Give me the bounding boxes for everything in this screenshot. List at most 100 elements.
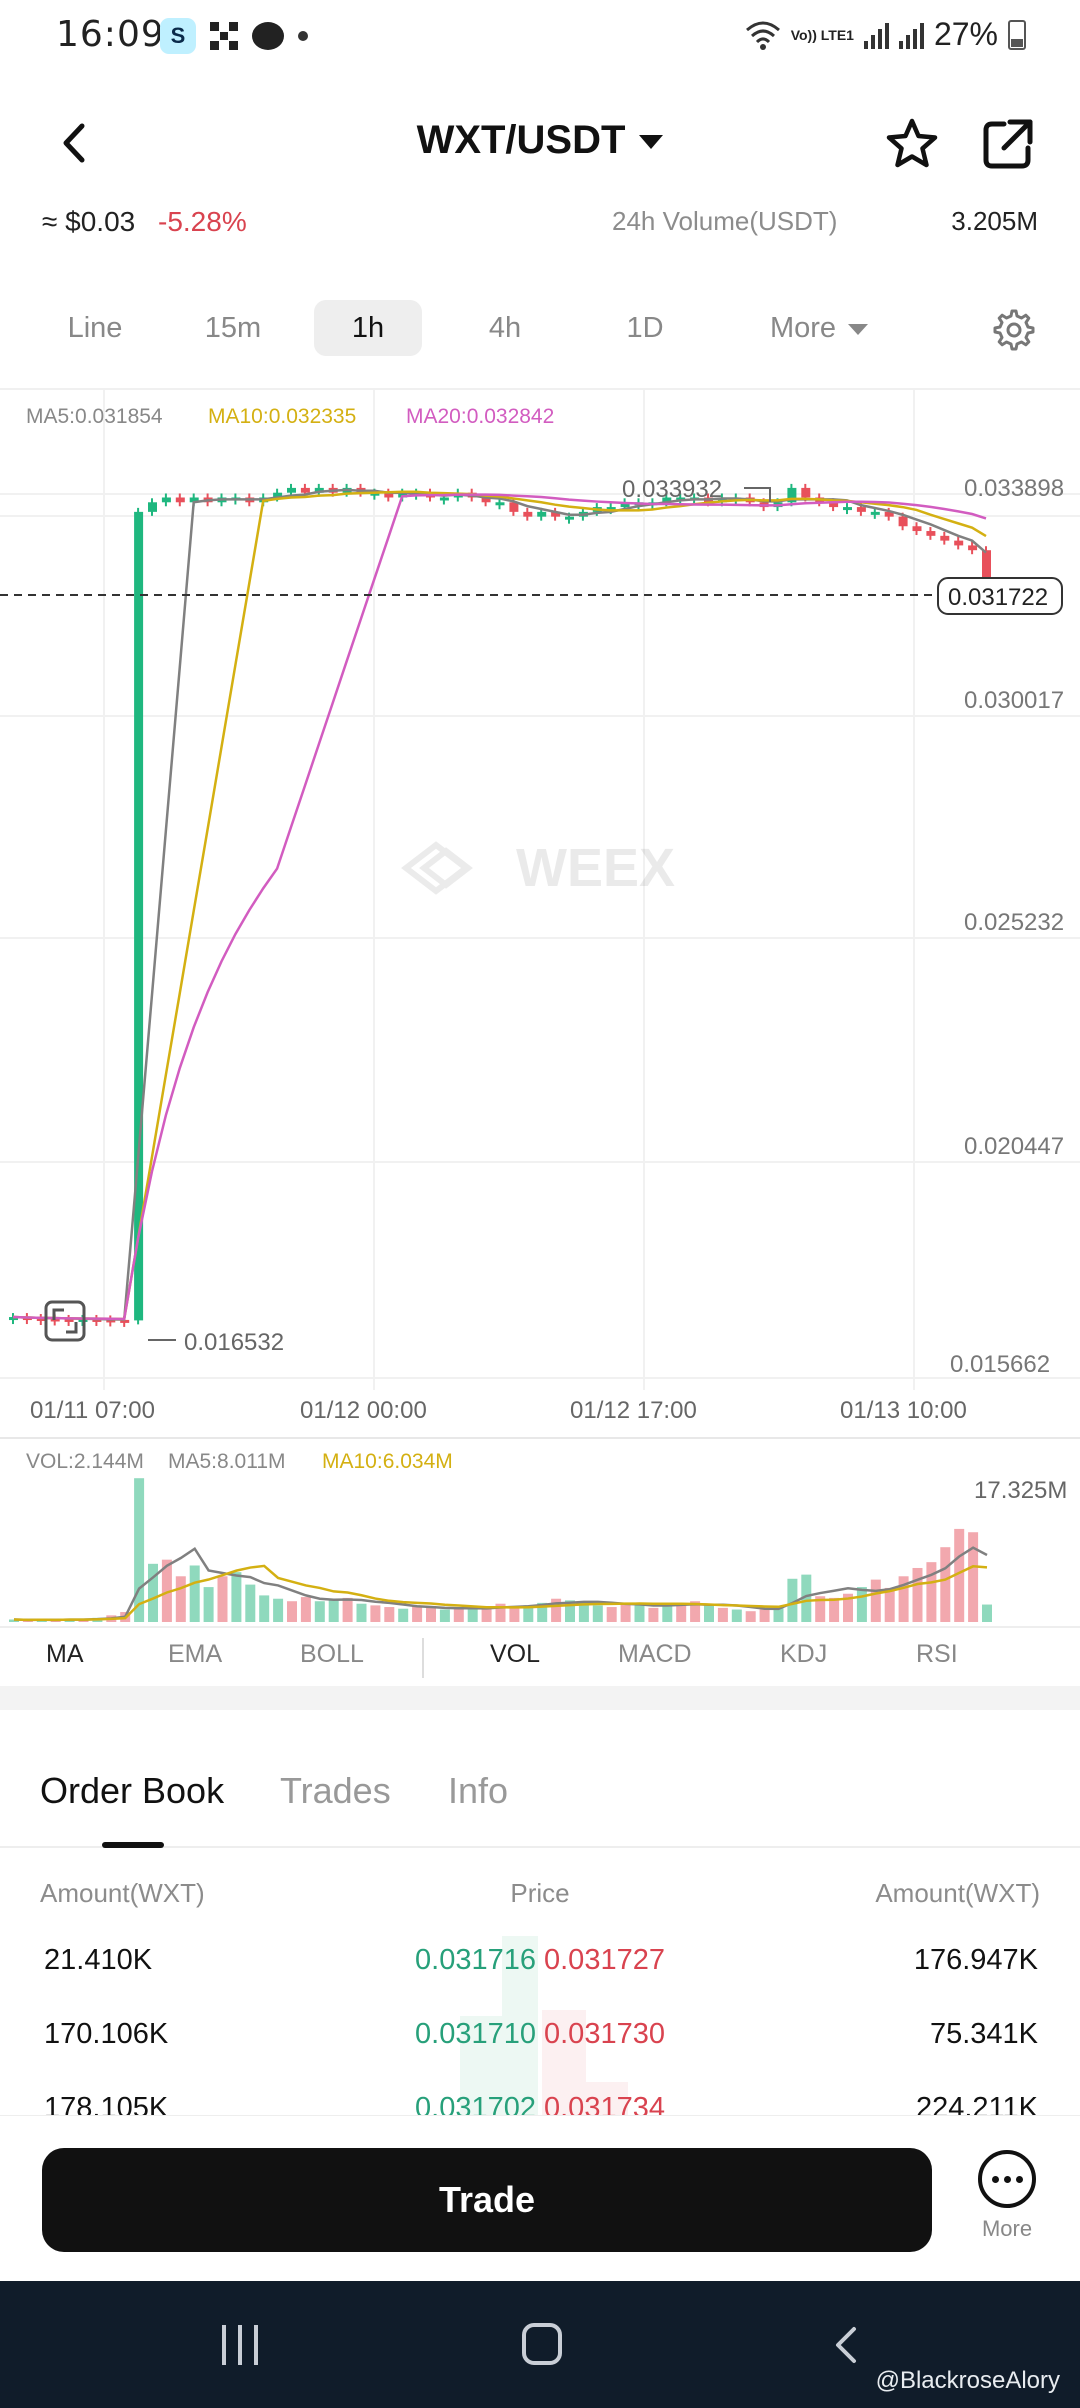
tab-order-book[interactable]: Order Book	[40, 1770, 224, 1812]
volume-bar	[287, 1601, 297, 1622]
settings-gear-icon[interactable]	[992, 308, 1036, 352]
indicator-ma[interactable]: MA	[46, 1640, 84, 1669]
orderbook-row[interactable]: 178.105K 0.031702 0.031734 224.211K	[0, 2078, 1080, 2115]
volume-bar	[968, 1532, 979, 1622]
candle	[495, 502, 505, 506]
more-label: More	[981, 2216, 1033, 2241]
bid-amount: 178.105K	[44, 2092, 169, 2115]
y-tick-label: 0.033898	[964, 475, 1064, 502]
volume-bar	[704, 1605, 714, 1622]
volume-bar	[370, 1605, 381, 1622]
indicator-ema[interactable]: EMA	[168, 1640, 222, 1669]
indicator-tabs: MA EMA BOLL VOL MACD KDJ RSI	[0, 1626, 1080, 1686]
indicator-macd[interactable]: MACD	[618, 1640, 692, 1669]
interval-more[interactable]: More	[744, 300, 894, 356]
candle	[148, 502, 157, 512]
volume-bar	[912, 1567, 923, 1622]
watermark-text: WEEX	[516, 838, 675, 898]
app-s-icon: S	[160, 18, 196, 54]
home-icon[interactable]	[522, 2323, 562, 2365]
trade-button[interactable]: Trade	[42, 2148, 932, 2252]
volume-bar	[884, 1587, 895, 1622]
indicator-kdj[interactable]: KDJ	[780, 1640, 827, 1669]
interval-1d[interactable]: 1D	[590, 300, 700, 356]
candle	[801, 487, 811, 498]
signal-icon	[863, 21, 889, 49]
volume-bar	[273, 1598, 284, 1622]
volume-bar	[134, 1478, 145, 1622]
volume-bar	[259, 1595, 270, 1622]
recent-apps-icon[interactable]	[222, 2325, 258, 2365]
ask-amount: 224.211K	[915, 2092, 1038, 2115]
volume-bar	[648, 1607, 659, 1622]
approx-price: ≈ $0.03	[42, 206, 136, 237]
ask-price: 0.031730	[544, 2018, 665, 2050]
more-dots-icon	[978, 2150, 1036, 2208]
section-spacer	[0, 1686, 1080, 1710]
volume-bar	[356, 1603, 367, 1622]
volume-bar	[759, 1609, 770, 1622]
vol-ma10-legend: MA10:6.034M	[322, 1450, 453, 1473]
candle	[523, 511, 533, 517]
bottom-action-bar: Trade More	[0, 2115, 1080, 2281]
volume-bar	[245, 1584, 256, 1622]
volume-bar	[982, 1604, 992, 1622]
notification-icons: S	[160, 18, 308, 54]
more-button[interactable]: More	[970, 2150, 1044, 2260]
y-tick-label: 0.020447	[964, 1133, 1064, 1160]
candle	[940, 535, 950, 541]
low-label: 0.016532	[184, 1329, 284, 1356]
volume-bar	[662, 1605, 673, 1622]
orderbook-tabs: Order Book Trades Info	[0, 1760, 1080, 1848]
volume-bar	[412, 1606, 423, 1622]
ask-amount: 176.947K	[913, 1944, 1038, 1976]
interval-4h[interactable]: 4h	[450, 300, 560, 356]
indicator-rsi[interactable]: RSI	[916, 1640, 958, 1669]
candle	[898, 516, 908, 527]
x-tick-label: 01/12 17:00	[570, 1397, 697, 1424]
volume-bar	[342, 1597, 353, 1622]
candle	[287, 487, 296, 493]
volume-bar	[175, 1576, 186, 1622]
favorite-star-icon[interactable]	[884, 116, 940, 172]
volume-bar	[328, 1600, 339, 1622]
indicator-vol[interactable]: VOL	[490, 1640, 540, 1669]
tab-info[interactable]: Info	[448, 1770, 508, 1812]
y-tick-label: 0.030017	[964, 687, 1064, 714]
interval-line[interactable]: Line	[40, 300, 150, 356]
candle	[968, 545, 978, 551]
volume-bar	[717, 1607, 728, 1622]
share-icon[interactable]	[980, 116, 1036, 172]
ask-price: 0.031727	[544, 1944, 665, 1976]
system-icons: Vo)) LTE1 27%	[745, 16, 1026, 53]
nav-back-icon[interactable]	[828, 2325, 868, 2365]
volume-bar	[620, 1604, 631, 1622]
volume-bar	[148, 1563, 158, 1622]
bid-price: 0.031702	[415, 2092, 536, 2115]
price-summary: ≈ $0.03 -5.28% 24h Volume(USDT) 3.205M	[42, 204, 1042, 244]
candle	[439, 497, 449, 501]
volume-bar	[453, 1608, 464, 1622]
candle	[926, 531, 936, 536]
vol-ma5-legend: MA5:8.011M	[168, 1450, 286, 1473]
orderbook-row[interactable]: 170.106K 0.031710 0.031730 75.341K	[0, 2004, 1080, 2064]
price-change: -5.28%	[158, 206, 247, 237]
indicator-divider	[422, 1638, 424, 1678]
status-bar: 16:09 S Vo)) LTE1 27%	[0, 0, 1080, 72]
candle	[300, 487, 310, 493]
candle	[175, 497, 185, 503]
orderbook-row[interactable]: 21.410K 0.031716 0.031727 176.947K	[0, 1930, 1080, 1990]
volume-value: 3.205M	[951, 206, 1038, 236]
interval-1h[interactable]: 1h	[314, 300, 422, 356]
wifi-icon	[745, 21, 780, 50]
candle	[537, 511, 547, 517]
candle	[912, 526, 922, 532]
indicator-boll[interactable]: BOLL	[300, 1640, 364, 1669]
tab-trades[interactable]: Trades	[280, 1770, 391, 1812]
candle	[856, 507, 866, 512]
kline-chart[interactable]: WEEX MA5:0.031854 MA10:0.032335 MA20:0.0…	[0, 390, 1080, 1626]
interval-15m[interactable]: 15m	[178, 300, 288, 356]
ma5-legend: MA5:0.031854	[26, 405, 163, 428]
volume-bar	[439, 1609, 450, 1622]
interval-more-label: More	[769, 312, 837, 344]
